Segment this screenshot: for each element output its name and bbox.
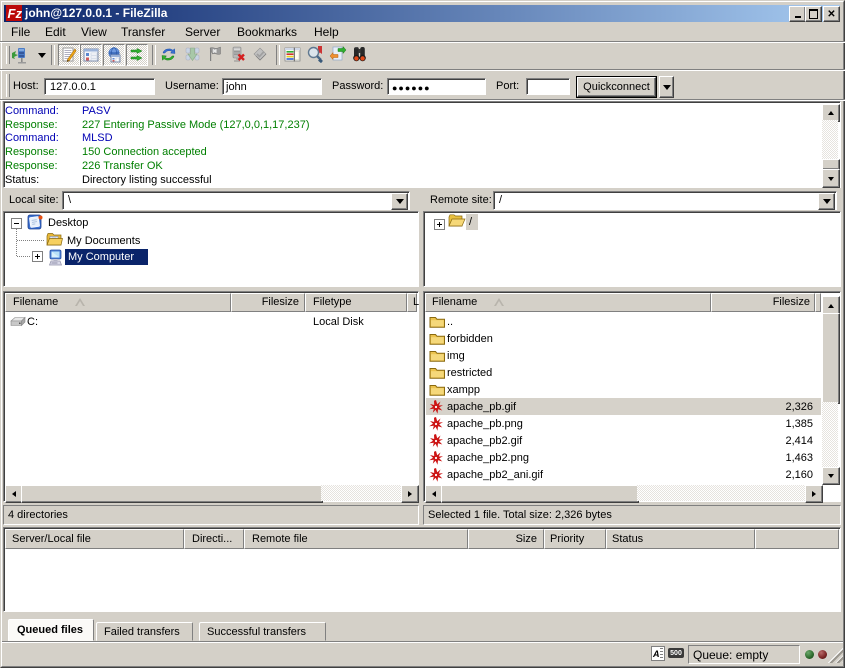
- svg-text:Fz: Fz: [8, 6, 23, 21]
